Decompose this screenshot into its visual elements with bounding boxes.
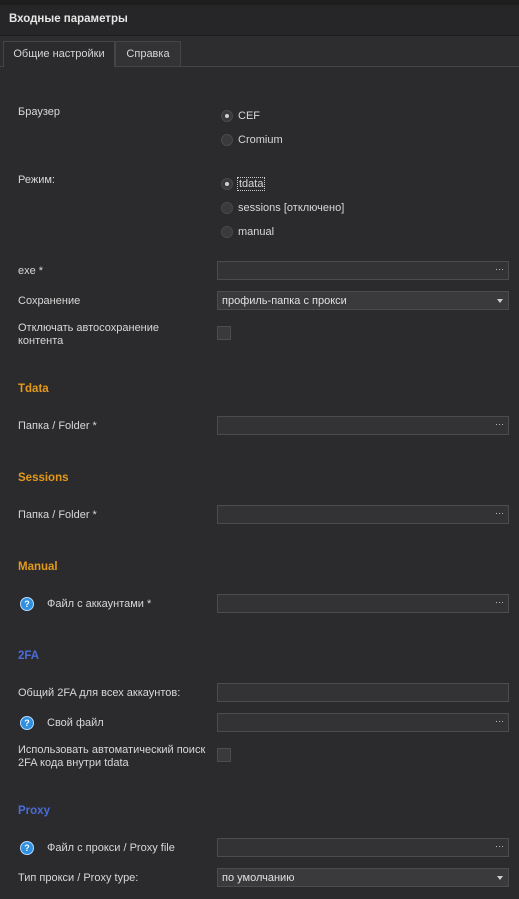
radio-button-selected[interactable]	[221, 178, 233, 190]
sessions-heading: Sessions	[18, 472, 69, 484]
proxy-file-input[interactable]: ···	[217, 838, 509, 857]
browse-button[interactable]: ···	[495, 419, 504, 429]
twofa-common-label: Общий 2FA для всех аккаунтов:	[18, 687, 181, 699]
tab-bar: Общие настройки Справка	[0, 36, 519, 67]
twofa-own-file-input[interactable]: ···	[217, 713, 509, 732]
tab-help[interactable]: Справка	[115, 41, 181, 66]
saving-select-value: профиль-папка с прокси	[222, 295, 347, 307]
panel-title: Входные параметры	[9, 13, 128, 25]
radio-button[interactable]	[221, 202, 233, 214]
twofa-auto-checkbox[interactable]	[217, 748, 231, 762]
browser-option-cef-label: CEF	[238, 110, 260, 122]
twofa-own-file-label: Свой файл	[47, 717, 104, 729]
browser-option-cromium[interactable]: Cromium	[221, 132, 283, 148]
tdata-heading: Tdata	[18, 383, 49, 395]
help-icon[interactable]: ?	[20, 597, 34, 611]
exe-path-input[interactable]: ···	[217, 261, 509, 280]
proxy-type-select-value: по умолчанию	[222, 872, 295, 884]
twofa-heading: 2FA	[18, 650, 40, 662]
browser-label: Браузер	[18, 106, 60, 118]
tdata-folder-label: Папка / Folder *	[18, 420, 97, 432]
exe-label: exe *	[18, 265, 44, 277]
chevron-down-icon	[497, 876, 503, 880]
browse-button[interactable]: ···	[495, 597, 504, 607]
manual-file-label: Файл с аккаунтами *	[47, 598, 152, 610]
manual-file-input[interactable]: ···	[217, 594, 509, 613]
twofa-common-input[interactable]	[217, 683, 509, 702]
saving-select[interactable]: профиль-папка с прокси	[217, 291, 509, 310]
saving-label: Сохранение	[18, 295, 81, 307]
help-icon[interactable]: ?	[20, 716, 34, 730]
proxy-type-label: Тип прокси / Proxy type:	[18, 872, 139, 884]
tdata-folder-input[interactable]: ···	[217, 416, 509, 435]
mode-option-manual[interactable]: manual	[221, 224, 274, 240]
mode-option-tdata-label: tdata	[236, 177, 266, 191]
mode-option-manual-label: manual	[238, 226, 275, 238]
mode-option-sessions-label: sessions [отключено]	[238, 202, 345, 214]
sessions-folder-input[interactable]: ···	[217, 505, 509, 524]
mode-option-tdata[interactable]: tdata	[221, 176, 266, 192]
tab-general-settings-label: Общие настройки	[13, 48, 105, 60]
browser-option-cef[interactable]: CEF	[221, 108, 260, 124]
proxy-type-select[interactable]: по умолчанию	[217, 868, 509, 887]
radio-button[interactable]	[221, 226, 233, 238]
browser-option-cromium-label: Cromium	[238, 134, 283, 146]
browse-button[interactable]: ···	[495, 508, 504, 518]
mode-label: Режим:	[18, 174, 55, 186]
proxy-heading: Proxy	[18, 805, 50, 817]
proxy-file-label: Файл с прокси / Proxy file	[47, 842, 175, 854]
panel-header: Входные параметры	[0, 5, 519, 36]
autosave-label-line1: Отключать автосохранение	[18, 322, 160, 334]
browse-button[interactable]: ···	[495, 264, 504, 274]
manual-heading: Manual	[18, 561, 58, 573]
mode-option-sessions[interactable]: sessions [отключено]	[221, 200, 344, 216]
radio-button[interactable]	[221, 134, 233, 146]
tab-help-label: Справка	[126, 48, 170, 60]
autosave-checkbox[interactable]	[217, 326, 231, 340]
help-icon[interactable]: ?	[20, 841, 34, 855]
chevron-down-icon	[497, 299, 503, 303]
autosave-label-line2: контента	[18, 335, 64, 347]
settings-content: Браузер CEF Cromium Режим: tdata session…	[0, 67, 519, 899]
sessions-folder-label: Папка / Folder *	[18, 509, 97, 521]
radio-button-selected[interactable]	[221, 110, 233, 122]
twofa-auto-label-line2: 2FA кода внутри tdata	[18, 757, 129, 769]
browse-button[interactable]: ···	[495, 716, 504, 726]
tab-general-settings[interactable]: Общие настройки	[3, 41, 115, 67]
twofa-auto-label-line1: Использовать автоматический поиск	[18, 744, 206, 756]
browse-button[interactable]: ···	[495, 841, 504, 851]
